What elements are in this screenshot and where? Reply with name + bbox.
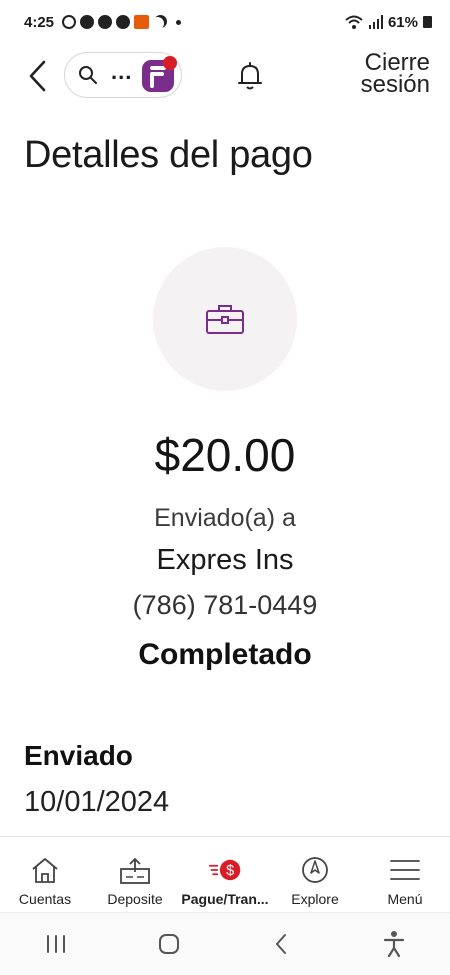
briefcase-icon (206, 305, 244, 334)
chevron-left-icon (29, 60, 46, 92)
app-icon (134, 15, 150, 29)
page-title: Detalles del pago (24, 134, 313, 176)
logout-button[interactable]: Cierre sesión (360, 51, 430, 98)
recipient-name: Expres Ins (156, 544, 294, 576)
assistant-app-icon[interactable] (140, 54, 180, 96)
house-icon (32, 858, 58, 883)
search-ellipsis: ... (111, 59, 133, 84)
sent-date-value: 10/01/2024 (24, 786, 170, 818)
nav-label-pague-transfiera: Pague/Tran... (181, 891, 269, 907)
signal-icon (368, 15, 383, 29)
sent-to-label: Enviado(a) a (154, 504, 296, 532)
status-right: 61% (344, 14, 432, 31)
nav-item-cuentas[interactable]: Cuentas (0, 837, 90, 912)
svg-text:$: $ (226, 863, 234, 879)
accessibility-icon (383, 931, 404, 958)
search-icon (79, 66, 97, 84)
nav-label-explore: Explore (291, 891, 339, 907)
wifi-icon (345, 15, 363, 29)
hamburger-menu-icon (390, 860, 420, 880)
back-button[interactable] (22, 58, 54, 94)
system-nav-bar (0, 912, 450, 975)
nav-item-menu[interactable]: Menú (360, 837, 450, 912)
battery-percent: 61% (387, 13, 418, 31)
compass-icon (302, 857, 328, 883)
recent-apps-button[interactable] (36, 924, 76, 964)
payment-amount: $20.00 (154, 429, 296, 481)
recipient-phone: (786) 781-0449 (132, 590, 318, 620)
nav-label-menu: Menú (387, 891, 423, 907)
nav-label-deposite: Deposite (107, 891, 163, 907)
recent-apps-icon (47, 935, 66, 953)
whatsapp-icon (62, 15, 77, 29)
home-icon (158, 934, 179, 954)
back-arrow-icon (276, 934, 287, 954)
status-time: 4:25 (24, 13, 55, 31)
battery-icon (423, 16, 432, 28)
payment-icon-circle (153, 247, 297, 391)
nav-item-pague-transfiera[interactable]: $ Pague/Tran... (180, 837, 270, 912)
notifications-button[interactable] (234, 60, 266, 92)
logout-line2: sesión (360, 71, 430, 98)
accessibility-button[interactable] (374, 924, 414, 964)
system-back-button[interactable] (261, 924, 301, 964)
status-left: 4:25 (24, 13, 182, 31)
status-bar: 4:25 61% (0, 0, 450, 44)
messenger-icon (80, 15, 95, 29)
chat-icon (116, 15, 131, 29)
messenger-icon (98, 15, 113, 29)
home-button[interactable] (149, 924, 189, 964)
deposit-icon (120, 858, 150, 884)
nav-item-deposite[interactable]: Deposite (90, 837, 180, 912)
app-header: ... Cierre sesión (0, 48, 450, 104)
dot-icon (176, 19, 182, 25)
nav-label-cuentas: Cuentas (18, 891, 72, 907)
pay-transfer-icon: $ (208, 859, 241, 881)
nav-item-explore[interactable]: Explore (270, 837, 360, 912)
sent-date-label: Enviado (24, 740, 133, 771)
bell-icon (238, 62, 262, 90)
moon-icon (151, 17, 164, 30)
payment-status: Completado (138, 638, 312, 671)
bottom-nav: Cuentas Deposite $ Pague/Tran... Explore… (0, 836, 450, 912)
